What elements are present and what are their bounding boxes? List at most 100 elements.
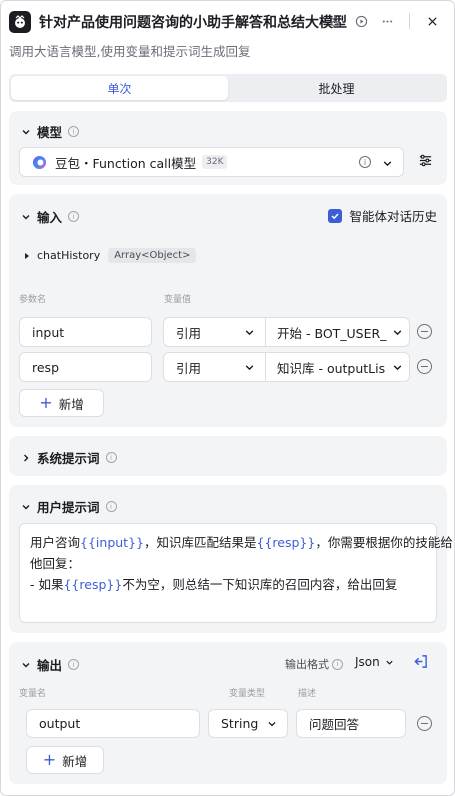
import-icon[interactable]: [413, 654, 428, 673]
panel-subtitle: 调用大语言模型,使用变量和提示词生成回复: [9, 44, 251, 59]
close-icon[interactable]: [422, 11, 442, 31]
header-actions: [325, 11, 442, 31]
prompt-text: ，你需要根据你的技能给: [315, 535, 453, 550]
bug-off-icon[interactable]: [325, 11, 345, 31]
plus-icon: +: [39, 393, 53, 412]
tab-batch[interactable]: 批处理: [228, 76, 445, 100]
model-name: 豆包・Function call模型: [55, 155, 197, 171]
tab-single[interactable]: 单次: [11, 76, 228, 100]
param-name-input[interactable]: resp: [19, 352, 152, 382]
chevron-down-icon: [245, 330, 254, 336]
chat-history-type-badge: Array<Object>: [108, 248, 197, 263]
ref-type-value: 引用: [176, 325, 202, 341]
chat-history-toggle[interactable]: 智能体对话历史: [328, 206, 437, 225]
chevron-down-icon: [386, 660, 393, 665]
chat-history-label: 智能体对话历史: [349, 209, 437, 224]
output-section-title: 输出: [37, 658, 63, 673]
output-var-name-input[interactable]: output: [26, 709, 200, 738]
prompt-line-3: - 如果{{resp}}不为空，则总结一下知识库的召回内容，给出回复: [30, 574, 426, 595]
user-prompt-section: 用户提示词 i 用户咨询{{input}}，知识库匹配结果是{{resp}}，你…: [9, 485, 453, 633]
chevron-down-icon: [19, 658, 33, 672]
panel-header: 针对产品使用问题咨询的小助手解答和总结大模型: [9, 9, 446, 35]
more-icon[interactable]: [377, 11, 397, 31]
output-section-header[interactable]: 输出 i: [19, 655, 80, 674]
param-name-value: resp: [32, 359, 60, 375]
param-name-value: input: [32, 324, 65, 340]
output-format: 输出格式 i: [285, 656, 343, 672]
param-name-input[interactable]: input: [19, 317, 152, 347]
user-prompt-header[interactable]: 用户提示词 i: [19, 497, 117, 516]
prompt-text: ，知识库匹配结果是: [143, 535, 257, 550]
var-value-header: 变量值: [164, 295, 192, 305]
ref-value: 开始 - BOT_USER_: [277, 325, 387, 341]
chevron-down-icon: [268, 722, 276, 727]
remove-row-icon[interactable]: [417, 716, 432, 731]
output-type-select[interactable]: String: [208, 709, 288, 738]
info-icon[interactable]: i: [332, 658, 343, 670]
info-icon[interactable]: i: [68, 126, 80, 137]
chat-history-var[interactable]: chatHistory Array<Object>: [23, 248, 197, 263]
description-header: 描述: [298, 689, 317, 699]
ref-value: 知识库 - outputLis: [277, 360, 386, 376]
model-info-icon[interactable]: i: [359, 156, 371, 168]
model-settings-icon[interactable]: [418, 153, 433, 172]
chevron-down-icon: [19, 210, 33, 224]
ref-value-select[interactable]: 开始 - BOT_USER_: [265, 317, 410, 347]
info-icon[interactable]: i: [68, 659, 80, 670]
system-prompt-title: 系统提示词: [37, 451, 100, 466]
play-circle-icon[interactable]: [351, 11, 371, 31]
output-format-select[interactable]: Json: [355, 655, 394, 669]
add-input-button[interactable]: + 新增: [19, 389, 104, 417]
prompt-text: 不为空，则总结一下知识库的召回内容，给出回复: [122, 577, 398, 592]
input-section: 输入 i 智能体对话历史 chatHistory Array<Object> 参…: [9, 194, 447, 427]
user-prompt-title: 用户提示词: [37, 500, 100, 515]
chevron-down-icon: [245, 365, 254, 371]
add-output-button[interactable]: + 新增: [26, 746, 104, 774]
prompt-variable: {{input}}: [80, 535, 144, 550]
prompt-text: 用户咨询: [30, 535, 81, 550]
system-prompt-section: 系统提示词 i: [9, 436, 447, 476]
output-format-value: Json: [355, 655, 380, 669]
panel-title: 针对产品使用问题咨询的小助手解答和总结大模型: [39, 15, 347, 31]
ref-type-select[interactable]: 引用: [163, 352, 266, 382]
input-section-header[interactable]: 输入 i: [19, 207, 80, 226]
checkbox-checked-icon[interactable]: [328, 208, 343, 223]
output-description-input[interactable]: 问题回答: [296, 709, 406, 738]
header-divider: [409, 13, 410, 29]
output-section: 输出 i 输出格式 i Json 变量名 变量类型 描述 output Stri…: [9, 642, 447, 784]
output-description: 问题回答: [309, 717, 360, 732]
remove-row-icon[interactable]: [417, 359, 432, 374]
prompt-line-1: 用户咨询{{input}}，知识库匹配结果是{{resp}}，你需要根据你的技能…: [30, 532, 453, 553]
chevron-right-icon: [19, 451, 33, 465]
output-format-label: 输出格式: [285, 658, 329, 671]
caret-right-icon: [25, 252, 29, 259]
prompt-variable: {{resp}}: [256, 535, 316, 550]
prompt-line-2: 他回复：: [30, 556, 81, 571]
info-icon[interactable]: i: [105, 452, 117, 463]
chevron-down-icon: [19, 125, 33, 139]
model-section-title: 模型: [37, 125, 63, 140]
prompt-text: - 如果: [30, 577, 64, 592]
info-icon[interactable]: i: [68, 211, 80, 222]
ref-value-select[interactable]: 知识库 - outputLis: [265, 352, 410, 382]
prompt-variable: {{resp}}: [63, 577, 123, 592]
add-output-label: 新增: [62, 753, 88, 769]
chevron-down-icon: [393, 365, 402, 371]
remove-row-icon[interactable]: [417, 324, 432, 339]
model-section-header[interactable]: 模型 i: [19, 122, 80, 141]
chevron-down-icon: [382, 157, 393, 172]
user-prompt-editor[interactable]: 用户咨询{{input}}，知识库匹配结果是{{resp}}，你需要根据你的技能…: [19, 523, 453, 623]
param-name-header: 参数名: [19, 295, 47, 305]
var-name-header: 变量名: [19, 689, 47, 699]
run-mode-tabs: 单次 批处理: [9, 74, 447, 102]
node-panel: 针对产品使用问题咨询的小助手解答和总结大模型 调用大语言模型,使用变量和提示词生…: [0, 0, 455, 796]
output-type-value: String: [221, 716, 259, 731]
info-icon[interactable]: i: [105, 501, 117, 512]
context-badge: 32K: [202, 155, 228, 169]
system-prompt-header[interactable]: 系统提示词 i: [19, 448, 117, 467]
chevron-down-icon: [393, 330, 402, 336]
ref-type-select[interactable]: 引用: [163, 317, 266, 347]
node-logo-icon: [9, 11, 31, 33]
add-input-label: 新增: [58, 396, 84, 412]
model-select[interactable]: 豆包・Function call模型 32K i: [19, 147, 404, 177]
